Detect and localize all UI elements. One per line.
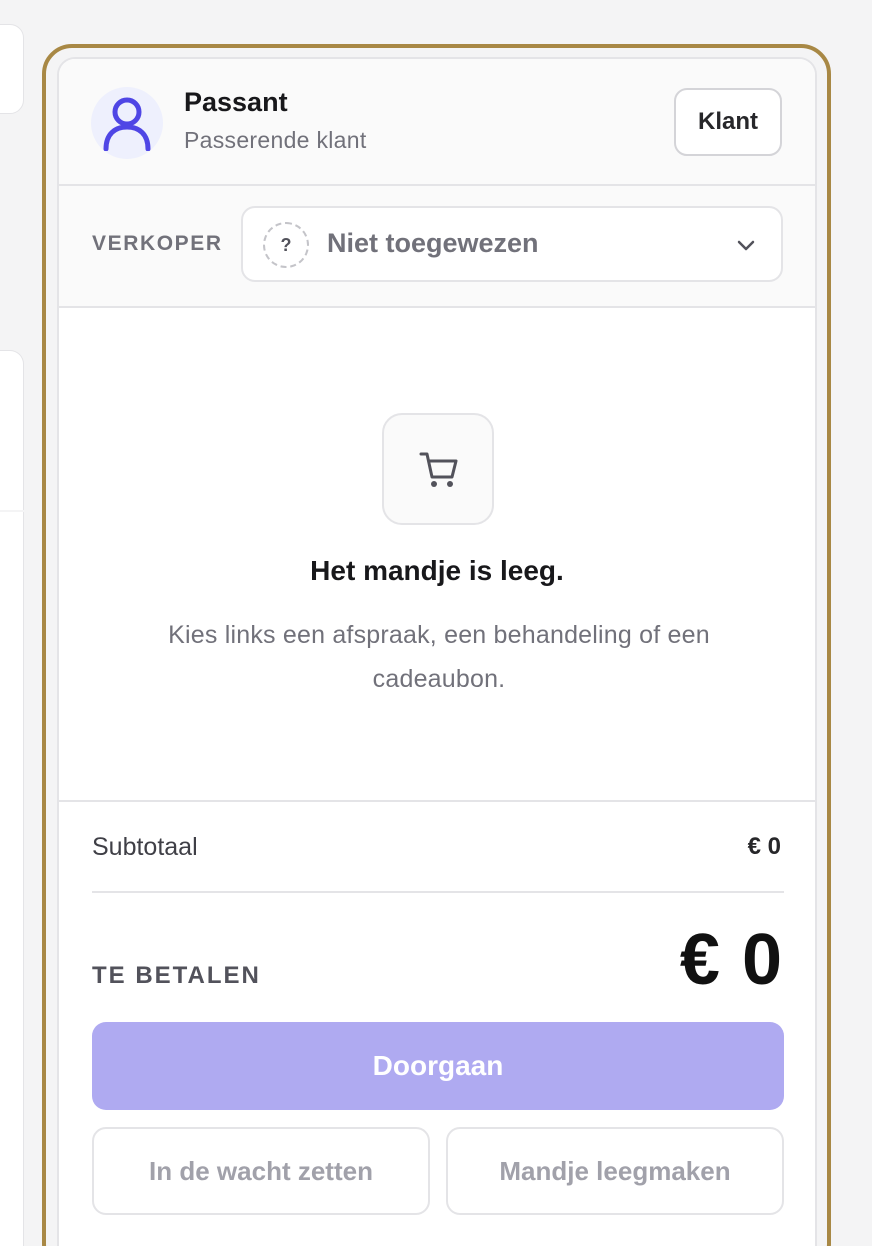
seller-label: VERKOPER [92, 232, 223, 255]
select-customer-button[interactable]: Klant [674, 88, 782, 156]
continue-button[interactable]: Doorgaan [92, 1022, 784, 1110]
user-icon [103, 97, 151, 151]
empty-cart-title: Het mandje is leeg. [310, 555, 564, 586]
seller-value: Niet toegewezen [327, 228, 539, 258]
divider [92, 891, 784, 893]
subtotal-value: € 0 [747, 833, 781, 860]
put-on-hold-button[interactable]: In de wacht zetten [92, 1127, 430, 1215]
left-panel-card [0, 512, 24, 1246]
amount-due-value: € 0 [679, 920, 783, 1000]
left-panel-card [0, 24, 24, 114]
customer-header: Passant Passerende klant Klant [59, 59, 815, 186]
left-panel-card [0, 350, 24, 510]
clear-cart-button[interactable]: Mandje leegmaken [446, 1127, 784, 1215]
cart-panel: Passant Passerende klant Klant VERKOPER … [57, 57, 817, 1246]
empty-cart-badge [382, 413, 494, 525]
seller-row: VERKOPER ? Niet toegewezen [59, 186, 815, 308]
divider [59, 800, 815, 802]
customer-name: Passant [184, 87, 288, 117]
pos-screen: Passant Passerende klant Klant VERKOPER … [0, 0, 872, 1246]
avatar [91, 87, 163, 159]
customer-subtitle: Passerende klant [184, 127, 367, 153]
seller-dropdown[interactable]: ? Niet toegewezen [241, 206, 783, 282]
empty-cart-text: Kies links een afspraak, een behandeling… [168, 621, 710, 693]
chevron-down-icon [737, 240, 755, 251]
shopping-cart-icon [419, 452, 458, 487]
unassigned-avatar: ? [263, 222, 309, 268]
subtotal-label: Subtotaal [92, 833, 198, 861]
amount-due-label: TE BETALEN [92, 962, 261, 989]
